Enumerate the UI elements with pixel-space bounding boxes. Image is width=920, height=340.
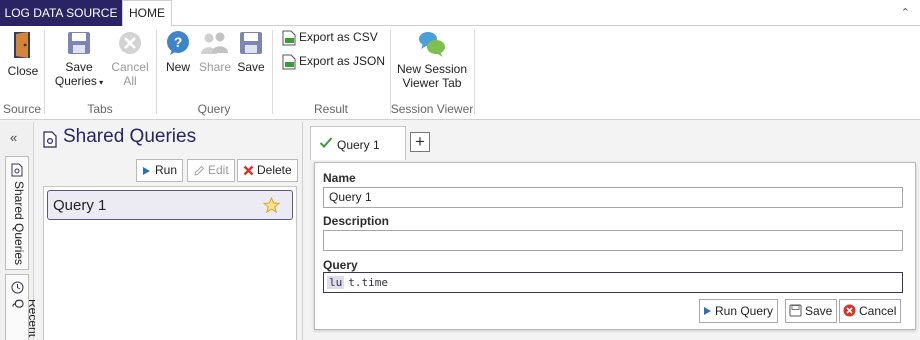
title-strip: LOG DATA SOURCE HOME ⌃ — [0, 0, 920, 27]
cancel-all-label-1: Cancel — [111, 60, 149, 74]
close-label: Close — [7, 64, 39, 78]
group-label-query: Query — [197, 102, 231, 116]
add-tab-button[interactable]: + — [410, 132, 430, 152]
cancel-circle-icon — [119, 32, 141, 54]
description-label: Description — [323, 214, 390, 228]
rail-tab-recent-queries[interactable]: Recent Q — [5, 274, 40, 340]
save-label: Save — [805, 304, 833, 318]
pencil-icon — [194, 165, 205, 176]
shared-queries-list: Query 1 — [43, 186, 297, 340]
csv-file-icon — [282, 30, 296, 46]
delete-button[interactable]: Delete — [237, 159, 298, 182]
list-item-label: Query 1 — [53, 197, 107, 214]
save-label: Save — [237, 60, 265, 74]
run-query-label: Run Query — [715, 304, 774, 318]
ribbon: Close Source Save Queries ▾ Cancel All T… — [0, 26, 920, 120]
run-button[interactable]: Run — [136, 159, 184, 182]
help-bubble-icon: ? — [167, 31, 189, 55]
shared-queries-panel: Shared Queries Run Edit Delete Query 1 — [35, 122, 303, 340]
checkmark-icon — [319, 137, 333, 148]
shared-queries-icon — [43, 131, 57, 148]
save-queries-button[interactable]: Save Queries ▾ — [52, 30, 106, 90]
delete-x-icon — [243, 165, 254, 176]
group-label-session-viewer: Session Viewer — [390, 102, 474, 116]
query-form-card: Name Query 1 Description Query lu t.time … — [314, 162, 916, 330]
new-session-label-1: New Session — [396, 62, 468, 76]
export-json-label: Export as JSON — [299, 54, 386, 69]
collapse-panel-icon[interactable]: « — [10, 130, 17, 145]
door-icon — [14, 32, 30, 58]
new-query-button[interactable]: ? New — [162, 30, 194, 74]
play-icon — [704, 306, 711, 315]
cancel-button[interactable]: Cancel — [839, 299, 902, 323]
delete-label: Delete — [257, 163, 292, 177]
ribbon-separator — [474, 30, 475, 114]
cancel-all-label-2: All — [123, 74, 137, 88]
new-session-viewer-tab-button[interactable]: New Session Viewer Tab — [396, 30, 468, 90]
group-label-source: Source — [2, 102, 42, 116]
list-item[interactable]: Query 1 — [47, 190, 293, 220]
floppy-disk-icon — [68, 32, 90, 54]
rail-tab-shared-queries[interactable]: Shared Queries — [5, 156, 29, 270]
json-file-icon — [282, 54, 296, 70]
svg-text:?: ? — [174, 34, 183, 50]
description-field[interactable] — [323, 230, 903, 251]
clock-icon — [11, 281, 24, 294]
export-csv-button[interactable]: Export as CSV — [282, 30, 378, 46]
cancel-label: Cancel — [859, 304, 897, 318]
query-keyword: lu — [327, 276, 345, 289]
shared-queries-title: Shared Queries — [63, 126, 197, 147]
cancel-all-button[interactable]: Cancel All — [108, 30, 152, 88]
query-editor-area: Query 1 + Name Query 1 Description Query… — [304, 122, 920, 340]
collapse-ribbon-icon[interactable]: ⌃ — [901, 6, 910, 19]
save-queries-label-1: Save — [65, 60, 93, 74]
edit-label: Edit — [208, 163, 229, 177]
side-rail: « Shared Queries Recent Q — [0, 122, 40, 340]
export-csv-label: Export as CSV — [299, 30, 378, 45]
tab-query-label: Query 1 — [337, 138, 380, 152]
save-queries-label-2: Queries — [54, 74, 97, 88]
tab-log-data-source[interactable]: LOG DATA SOURCE — [0, 0, 122, 26]
query-text: t.time — [348, 276, 388, 289]
run-label: Run — [155, 163, 178, 177]
share-button[interactable]: Share — [198, 30, 232, 74]
query-field[interactable]: lu t.time — [323, 272, 903, 293]
run-query-button[interactable]: Run Query — [699, 299, 779, 323]
rail-tab-shared-label: Shared Queries — [12, 181, 26, 266]
save-button[interactable]: Save — [785, 299, 838, 323]
tab-home[interactable]: HOME — [122, 0, 172, 27]
export-json-button[interactable]: Export as JSON — [282, 54, 385, 70]
tab-query-1[interactable]: Query 1 — [310, 126, 406, 160]
cancel-circle-icon — [843, 304, 856, 317]
share-label: Share — [198, 60, 232, 74]
edit-button[interactable]: Edit — [187, 159, 235, 182]
query-label: Query — [323, 258, 358, 272]
dropdown-arrow-icon: ▾ — [96, 78, 104, 87]
chat-bubbles-icon — [419, 32, 445, 57]
document-icon — [11, 163, 23, 177]
users-icon — [201, 32, 228, 54]
save-query-button[interactable]: Save — [236, 30, 266, 74]
name-field[interactable]: Query 1 — [323, 187, 903, 208]
new-label: New — [165, 60, 190, 74]
close-button[interactable]: Close — [6, 30, 40, 78]
floppy-disk-icon — [240, 32, 262, 54]
group-label-result: Result — [313, 102, 348, 116]
favorite-star-icon[interactable] — [263, 197, 280, 213]
play-icon — [143, 166, 150, 175]
new-session-label-2: Viewer Tab — [402, 76, 462, 90]
group-label-tabs: Tabs — [87, 102, 113, 116]
floppy-disk-icon — [789, 304, 802, 317]
name-label: Name — [323, 171, 356, 185]
